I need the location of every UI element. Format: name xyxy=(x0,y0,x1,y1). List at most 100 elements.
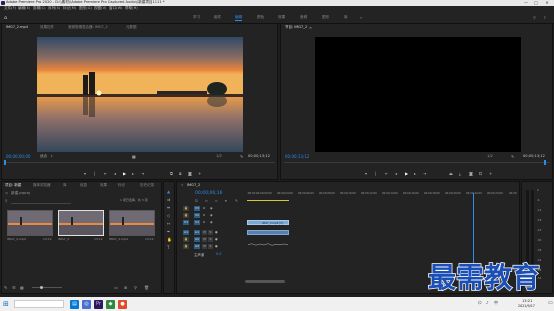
more-workspaces-icon[interactable]: » xyxy=(360,15,362,20)
sync-lock-icon[interactable]: ⧉ xyxy=(203,206,205,210)
pencil-icon[interactable]: ✎ xyxy=(4,285,7,290)
new-bin-icon[interactable]: ▭ xyxy=(114,285,118,290)
source-timecode-current[interactable]: 00;00;00;00 xyxy=(6,155,30,159)
track-target-a3[interactable]: A3 xyxy=(194,244,200,249)
solo-button[interactable]: S xyxy=(208,230,213,235)
network-icon[interactable]: ⌬ xyxy=(478,300,482,305)
list-view-icon[interactable]: ☰ xyxy=(12,285,16,290)
menu-marker[interactable]: 标记(M) xyxy=(63,7,76,11)
play-icon[interactable]: ▶ xyxy=(405,171,408,176)
sync-lock-icon[interactable]: ⧉ xyxy=(203,213,205,217)
share-icon[interactable]: ⇪ xyxy=(543,15,546,20)
icon-view-icon[interactable]: ▦ xyxy=(20,285,24,290)
mark-in-icon[interactable]: ▾ xyxy=(84,171,86,176)
export-frame-icon[interactable]: ◙ xyxy=(188,171,192,176)
panel-menu-icon[interactable]: ≡ xyxy=(309,26,312,30)
work-area-bar[interactable] xyxy=(247,200,289,201)
program-resolution-dropdown[interactable]: 1/2 xyxy=(487,154,493,159)
tab-project[interactable]: 项目: 新建 xyxy=(5,183,21,188)
workspace-color[interactable]: 颜色 xyxy=(257,15,264,20)
pen-icon[interactable]: ✒ xyxy=(167,229,170,234)
workspace-graphics[interactable]: 图形 xyxy=(322,15,329,20)
track-lock-icon[interactable]: 🔒 xyxy=(183,237,189,242)
clip-thumbnail[interactable] xyxy=(109,210,155,236)
ime-language-indicator[interactable]: 中 xyxy=(494,300,498,306)
track-lock-icon[interactable]: 🔒 xyxy=(183,213,189,218)
settings-icon[interactable]: ▦ xyxy=(132,154,136,159)
tab-history[interactable]: 历史记录 xyxy=(140,183,154,188)
microphone-icon[interactable]: ● xyxy=(215,237,218,241)
tab-program[interactable]: 节目: IMG7_2 xyxy=(285,25,307,30)
close-button[interactable]: ✕ xyxy=(543,0,551,5)
premiere-taskbar-icon[interactable]: Pr xyxy=(94,299,103,309)
list-item[interactable]: IMG7_2 13;12 xyxy=(58,210,104,241)
track-select-icon[interactable]: ⇉ xyxy=(167,197,170,202)
track-target-a1[interactable]: A1 xyxy=(194,230,200,235)
tab-markers[interactable]: 标记 xyxy=(118,183,125,188)
add-button-icon[interactable]: + xyxy=(489,171,492,176)
source-patch-v1[interactable]: V1 xyxy=(183,220,189,225)
chevron-down-icon[interactable]: ▾ xyxy=(51,155,53,158)
mute-button[interactable]: M xyxy=(202,230,207,235)
maximize-button[interactable]: □ xyxy=(532,0,540,5)
mute-button[interactable]: M xyxy=(202,244,207,249)
list-item[interactable]: IMG7_2.mp4 13;12 xyxy=(7,210,53,241)
tab-effect-controls[interactable]: 效果控件 xyxy=(40,25,54,30)
menu-clip[interactable]: 剪辑(C) xyxy=(33,7,46,11)
add-marker-icon[interactable]: ▾ xyxy=(225,199,227,203)
tab-sequence[interactable]: IMG7_2 xyxy=(187,183,200,188)
tab-source[interactable]: IMG7_2.mp4 xyxy=(6,25,28,30)
track-target-a2[interactable]: A2 xyxy=(194,237,200,242)
eye-icon[interactable]: ◉ xyxy=(210,220,213,224)
go-to-out-icon[interactable]: ⇥ xyxy=(141,171,144,176)
new-item-icon[interactable]: ⊞ xyxy=(124,285,127,290)
tab-media-browser[interactable]: 媒体浏览器 xyxy=(33,183,51,188)
zoom-slider[interactable] xyxy=(32,287,62,288)
close-icon[interactable]: ✕ xyxy=(181,184,184,187)
windows-start-icon[interactable]: ⊞ xyxy=(3,300,9,308)
program-playhead[interactable] xyxy=(544,160,546,165)
program-scrubber-track[interactable] xyxy=(284,162,550,163)
tab-audio-clip-mixer[interactable]: 音频剪辑混合器: IMG7_2 xyxy=(68,25,108,30)
menu-window[interactable]: 窗口(W) xyxy=(109,7,123,11)
play-icon[interactable]: ▶ xyxy=(123,171,126,176)
sync-lock-icon[interactable]: ⧉ xyxy=(203,220,205,224)
solo-button[interactable]: S xyxy=(208,237,213,242)
search-icon[interactable]: ⚲ xyxy=(533,15,536,20)
slip-icon[interactable]: ↔ xyxy=(167,221,170,226)
search-icon[interactable]: ⚲ xyxy=(5,199,8,203)
search-icon[interactable]: ⚲ xyxy=(134,285,137,290)
ripple-edit-icon[interactable]: ⇹ xyxy=(167,205,170,210)
insert-icon[interactable]: ⧉ xyxy=(170,171,173,176)
wrench-icon[interactable]: ✎ xyxy=(235,199,238,203)
track-target-v3[interactable]: V3 xyxy=(194,206,200,211)
track-lock-icon[interactable]: 🔒 xyxy=(183,206,189,211)
home-icon[interactable]: ⌂ xyxy=(4,15,7,21)
source-patch-a1[interactable]: A1 xyxy=(183,230,189,235)
workspace-effects[interactable]: 效果 xyxy=(278,15,285,20)
trash-icon[interactable]: 🗑 xyxy=(144,285,149,290)
tab-info[interactable]: 信息 xyxy=(80,183,87,188)
workspace-learn[interactable]: 学习 xyxy=(193,15,200,20)
taskbar-date[interactable]: 2021/9/17 xyxy=(518,304,535,308)
file-explorer-icon[interactable]: ▤ xyxy=(70,299,79,309)
zoom-slider-handle[interactable] xyxy=(40,285,43,289)
mark-out-icon[interactable]: | xyxy=(375,171,376,176)
export-frame-icon[interactable]: ◙ xyxy=(469,171,473,176)
list-item[interactable]: IMG7_2.mp4 13;12 xyxy=(109,210,155,241)
razor-icon[interactable]: ◇ xyxy=(167,213,170,218)
taskbar-search-box[interactable] xyxy=(14,300,64,308)
clip-thumbnail[interactable] xyxy=(7,210,53,236)
step-back-icon[interactable]: ◂ xyxy=(395,171,397,176)
menu-file[interactable]: 文件(F) xyxy=(4,7,16,11)
lift-icon[interactable]: ⏏ xyxy=(449,171,453,176)
hand-icon[interactable]: ✋ xyxy=(167,237,172,242)
track-target-v2[interactable]: V2 xyxy=(194,213,200,218)
eye-icon[interactable]: ◉ xyxy=(210,213,213,217)
workspace-editing[interactable]: 编辑 xyxy=(235,15,243,21)
workspace-libraries[interactable]: 库 xyxy=(344,15,348,20)
menu-view[interactable]: 视图(V) xyxy=(94,7,106,11)
eye-icon[interactable]: ◉ xyxy=(210,206,213,210)
timeline-timecode[interactable]: 00;00;06;16 xyxy=(195,191,222,197)
workspace-assembly[interactable]: 组件 xyxy=(214,15,221,20)
